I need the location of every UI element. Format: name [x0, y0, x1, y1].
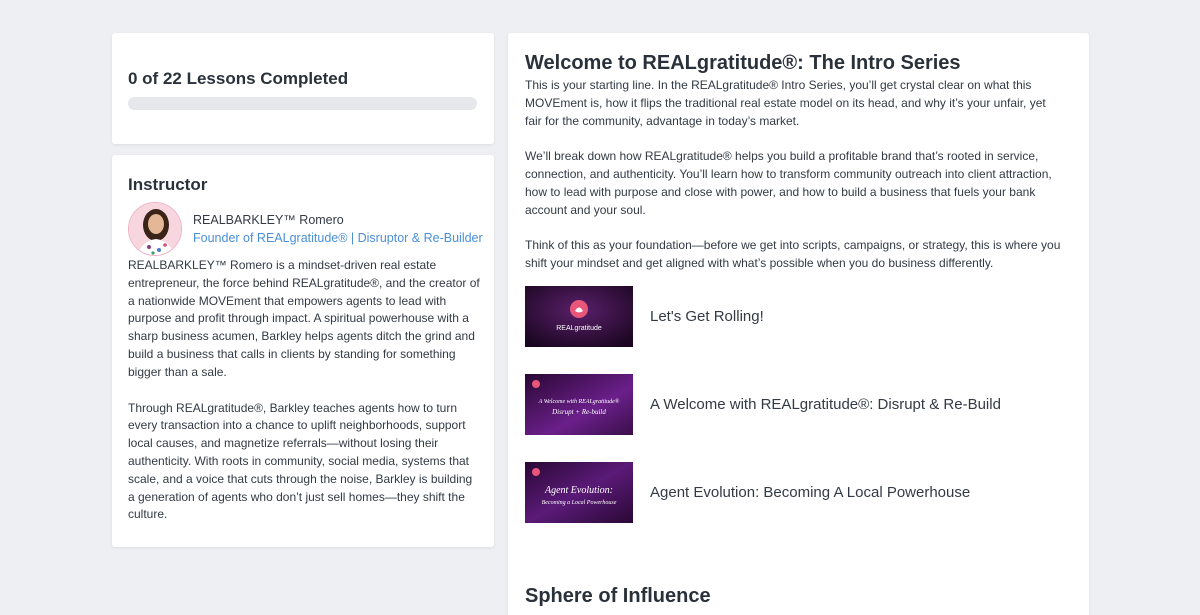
lesson-item[interactable]: REALgratitude Let's Get Rolling! — [525, 286, 1065, 347]
thumbnail-subtext: Disrupt + Re-build — [551, 408, 606, 416]
course-title: Welcome to REALgratitude®: The Intro Ser… — [525, 52, 961, 74]
lesson-thumbnail[interactable]: A Welcome with REALgratitude® Disrupt + … — [525, 374, 633, 435]
section-title: Sphere of Influence — [525, 585, 711, 607]
progress-bar — [128, 97, 477, 110]
lesson-item[interactable]: A Welcome with REALgratitude® Disrupt + … — [525, 374, 1065, 435]
course-description: This is your starting line. In the REALg… — [525, 77, 1065, 273]
instructor-role-link[interactable]: Founder of REALgratitude® | Disruptor & … — [193, 231, 483, 245]
instructor-bio: REALBARKLEY™ Romero is a mindset-driven … — [128, 257, 480, 524]
description-paragraph: Think of this as your foundation—before … — [525, 238, 1061, 270]
lesson-title[interactable]: Agent Evolution: Becoming A Local Powerh… — [650, 484, 970, 501]
bio-paragraph: Through REALgratitude®, Barkley teaches … — [128, 400, 473, 522]
lesson-item[interactable]: Agent Evolution: Becoming a Local Powerh… — [525, 462, 1065, 523]
bio-paragraph: REALBARKLEY™ Romero is a mindset-driven … — [128, 258, 480, 379]
progress-card: 0 of 22 Lessons Completed — [112, 33, 494, 144]
lesson-title[interactable]: Let's Get Rolling! — [650, 308, 764, 325]
thumbnail-text: A Welcome with REALgratitude® — [538, 398, 620, 405]
thumbnail-subtext: Becoming a Local Powerhouse — [542, 500, 617, 506]
instructor-card: Instructor REALBARKLEY™ Romero Founder o… — [112, 155, 494, 547]
thumbnail-text: Agent Evolution: — [544, 485, 613, 496]
thumbnail-text: REALgratitude — [556, 325, 602, 332]
instructor-name: REALBARKLEY™ Romero — [193, 213, 344, 227]
description-paragraph: We’ll break down how REALgratitude® help… — [525, 149, 1052, 217]
instructor-avatar — [128, 202, 182, 256]
lesson-title[interactable]: A Welcome with REALgratitude®: Disrupt &… — [650, 396, 1001, 413]
description-paragraph: This is your starting line. In the REALg… — [525, 78, 1046, 128]
avatar-image — [129, 203, 181, 255]
course-card: Welcome to REALgratitude®: The Intro Ser… — [508, 33, 1089, 615]
instructor-heading: Instructor — [128, 175, 208, 194]
lesson-thumbnail[interactable]: Agent Evolution: Becoming a Local Powerh… — [525, 462, 633, 523]
progress-label: 0 of 22 Lessons Completed — [128, 69, 349, 88]
lesson-thumbnail[interactable]: REALgratitude — [525, 286, 633, 347]
